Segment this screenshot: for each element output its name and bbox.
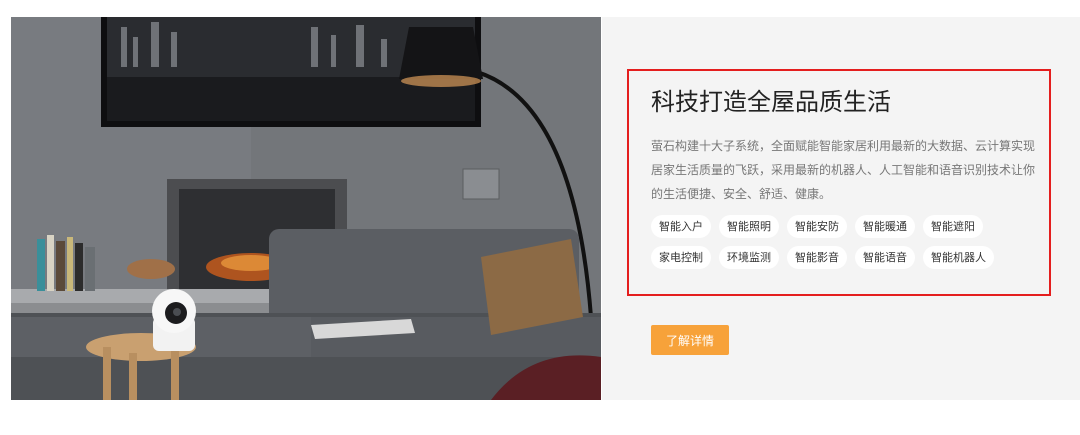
tag-smart-voice[interactable]: 智能语音	[855, 246, 915, 269]
tag-smart-robot[interactable]: 智能机器人	[923, 246, 994, 269]
living-room-illustration	[11, 17, 601, 400]
feature-title: 科技打造全屋品质生活	[651, 88, 891, 116]
security-camera	[152, 289, 196, 351]
tag-smart-entry[interactable]: 智能入户	[651, 215, 711, 238]
tag-smart-security[interactable]: 智能安防	[787, 215, 847, 238]
tag-environment-monitoring[interactable]: 环境监测	[719, 246, 779, 269]
tag-smart-av[interactable]: 智能影音	[787, 246, 847, 269]
tag-smart-lighting[interactable]: 智能照明	[719, 215, 779, 238]
tag-appliance-control[interactable]: 家电控制	[651, 246, 711, 269]
floor-lamp	[399, 27, 483, 79]
tag-smart-hvac[interactable]: 智能暖通	[855, 215, 915, 238]
learn-more-button[interactable]: 了解详情	[651, 325, 729, 355]
feature-tag-list: 智能入户 智能照明 智能安防 智能暖通 智能遮阳 家电控制 环境监测 智能影音 …	[651, 215, 1041, 269]
feature-description: 萤石构建十大子系统，全面赋能智能家居利用最新的大数据、云计算实现居家生活质量的飞…	[651, 139, 1036, 201]
hero-image	[11, 17, 601, 400]
tag-smart-shading[interactable]: 智能遮阳	[923, 215, 983, 238]
